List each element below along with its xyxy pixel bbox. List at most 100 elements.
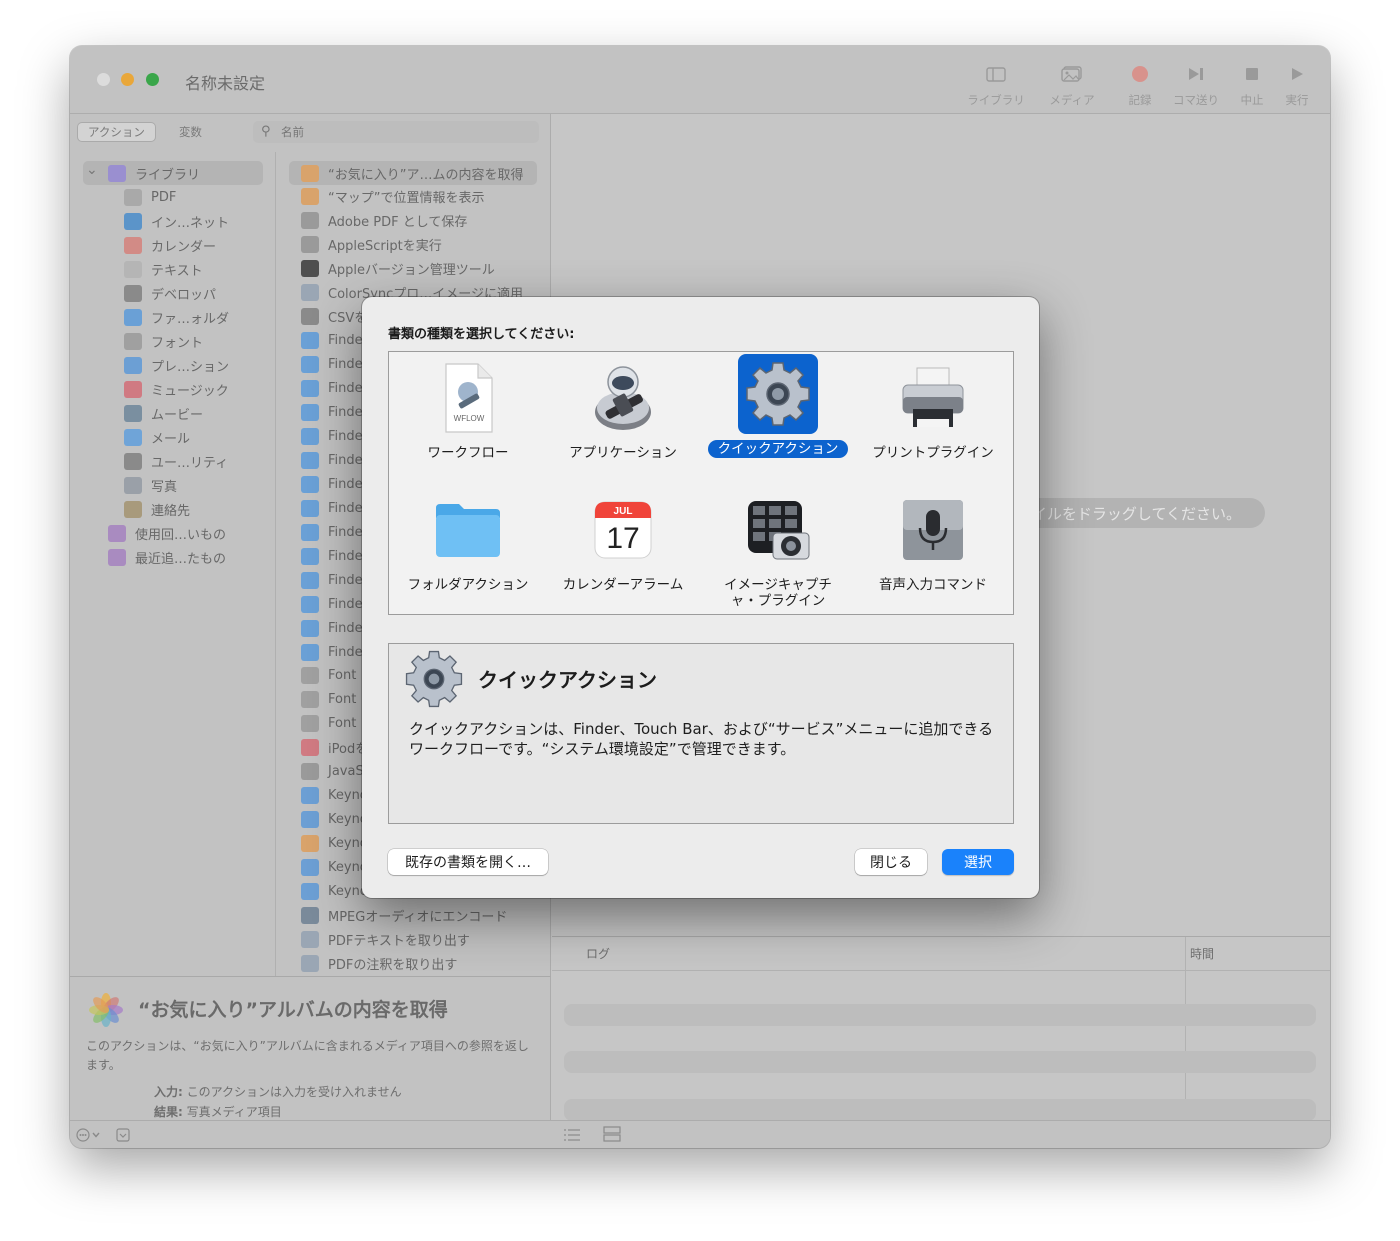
type-application[interactable]: アプリケーション — [546, 358, 700, 462]
action-item[interactable]: Font — [301, 689, 356, 711]
minimize-button[interactable] — [121, 73, 134, 86]
log-row — [564, 1051, 1316, 1073]
toolbar-run-button[interactable]: 実行 — [1281, 62, 1313, 108]
action-item[interactable]: Finde — [301, 641, 363, 663]
sidebar-item-label: カレンダー — [151, 239, 217, 255]
sidebar-item[interactable]: 使用回…いもの — [108, 522, 226, 544]
action-item[interactable]: Finde — [301, 617, 363, 639]
sidebar-item[interactable]: デベロッパ — [124, 282, 216, 304]
type-dictation-command[interactable]: 音声入力コマンド — [856, 490, 1010, 594]
action-item-label: Finde — [328, 620, 363, 636]
sidebar-item[interactable]: メール — [124, 426, 190, 448]
window-title: 名称未設定 — [185, 74, 266, 93]
sidebar-item[interactable]: テキスト — [124, 258, 203, 280]
media-icon — [1042, 62, 1102, 86]
action-item[interactable]: Finde — [301, 354, 363, 376]
action-item[interactable]: JavaS — [301, 761, 364, 783]
search-field[interactable]: ⚲ — [253, 121, 539, 143]
action-item[interactable]: Finde — [301, 425, 363, 447]
close-button[interactable] — [97, 73, 110, 86]
log-column-header[interactable]: ログ — [586, 945, 610, 962]
action-item[interactable]: Keyno — [301, 857, 368, 879]
description-body: このアクションは、“お気に入り”アルバムに含まれるメディア項目への参照を返します… — [86, 1039, 529, 1072]
action-item[interactable]: Appleバージョン管理ツール — [301, 258, 495, 280]
sidebar-item[interactable]: 連絡先 — [124, 498, 190, 520]
toolbar-media-button[interactable]: メディア — [1042, 62, 1102, 108]
sidebar-item[interactable]: フォント — [124, 330, 203, 352]
choose-button[interactable]: 選択 — [942, 849, 1014, 875]
action-item[interactable]: Finde — [301, 378, 363, 400]
type-workflow[interactable]: WFLOW ワークフロー — [391, 358, 545, 462]
close-button[interactable]: 閉じる — [855, 849, 927, 875]
action-item[interactable]: Finde — [301, 449, 363, 471]
time-column-header[interactable]: 時間 — [1190, 945, 1214, 962]
type-quick-action[interactable]: クイックアクション — [701, 354, 855, 458]
action-item[interactable]: Adobe PDF として保存 — [301, 210, 467, 232]
tab-variables[interactable]: 変数 — [169, 123, 212, 141]
type-print-plugin[interactable]: プリントプラグイン — [856, 358, 1010, 462]
sidebar-item[interactable]: 最近追…たもの — [108, 546, 226, 568]
action-item[interactable]: Finde — [301, 473, 363, 495]
action-item[interactable]: Finde — [301, 402, 363, 424]
toolbar-library-button[interactable]: ライブラリ — [963, 62, 1029, 108]
action-item[interactable]: MPEGオーディオにエンコード — [301, 904, 507, 926]
title-bar: 名称未設定 ライブラリ メディア 記録 コマ送り 中止 実行 — [70, 46, 1330, 114]
sidebar-item[interactable]: ミュージック — [124, 378, 229, 400]
action-item[interactable]: Finde — [301, 497, 363, 519]
font-icon — [301, 715, 319, 733]
action-item-label: Finde — [328, 572, 363, 588]
action-item[interactable]: Finde — [301, 330, 363, 352]
finder-icon — [301, 427, 319, 445]
action-item[interactable]: Finde — [301, 545, 363, 567]
action-menu-icon[interactable] — [76, 1127, 106, 1146]
finder-icon — [301, 404, 319, 421]
action-item[interactable]: PDFの注釈を取り出す — [301, 952, 457, 974]
sidebar-item-label: 連絡先 — [151, 503, 191, 519]
action-item[interactable]: CSVを — [301, 306, 367, 328]
action-item[interactable]: Keyno — [301, 785, 368, 807]
action-item-label: Finde — [328, 548, 363, 564]
action-item[interactable]: PDFテキストを取り出す — [301, 928, 470, 950]
search-input[interactable] — [281, 123, 521, 141]
action-item[interactable]: Finde — [301, 569, 363, 591]
action-item[interactable]: Font — [301, 713, 356, 735]
action-item[interactable]: Finde — [301, 593, 363, 615]
action-item[interactable]: Keyno — [301, 881, 368, 903]
toolbar-step-button[interactable]: コマ送り — [1168, 62, 1224, 108]
sidebar-item[interactable]: ⌄ ライブラリ — [86, 162, 201, 184]
toolbar-record-button[interactable]: 記録 — [1122, 62, 1158, 108]
sidebar-item[interactable]: プレ…ション — [124, 354, 229, 376]
list-view-icon[interactable] — [563, 1127, 581, 1146]
action-item[interactable]: Finde — [301, 521, 363, 543]
action-item[interactable]: iPodを — [301, 737, 368, 759]
sidebar-item[interactable]: カレンダー — [124, 234, 216, 256]
split-view-icon[interactable] — [603, 1126, 621, 1146]
log-row — [564, 1004, 1316, 1026]
open-existing-button[interactable]: 既存の書類を開く… — [388, 849, 548, 875]
action-item-label: AppleScriptを実行 — [328, 239, 442, 255]
action-item[interactable]: Keyno — [301, 809, 368, 831]
type-image-capture-plugin[interactable]: イメージキャプチャ・プラグイン — [701, 490, 855, 610]
action-item-label: JavaS — [328, 764, 364, 780]
sidebar-item[interactable]: PDF — [124, 186, 176, 208]
sidebar-item[interactable]: ムービー — [124, 402, 203, 424]
zoom-button[interactable] — [146, 73, 159, 86]
sidebar-item[interactable]: ファ…ォルダ — [124, 306, 229, 328]
log-row — [564, 1099, 1316, 1121]
action-item[interactable]: Font — [301, 665, 356, 687]
chevron-down-icon[interactable]: ⌄ — [86, 162, 98, 178]
action-item[interactable]: “お気に入り”ア…ムの内容を取得 — [301, 162, 523, 184]
tab-actions[interactable]: アクション — [78, 123, 155, 141]
action-item-label: Adobe PDF として保存 — [328, 215, 468, 231]
action-item[interactable]: “マップ”で位置情報を表示 — [301, 186, 484, 208]
sidebar-item-label: ライブラリ — [135, 167, 201, 183]
sidebar-item[interactable]: イン…ネット — [124, 210, 229, 232]
sidebar-item[interactable]: ユー…リティ — [124, 450, 228, 472]
type-calendar-alarm[interactable]: JUL 17 カレンダーアラーム — [546, 490, 700, 594]
description-toggle-icon[interactable] — [116, 1127, 130, 1146]
toolbar-stop-button[interactable]: 中止 — [1236, 62, 1268, 108]
action-item[interactable]: AppleScriptを実行 — [301, 234, 442, 256]
type-folder-action[interactable]: フォルダアクション — [391, 490, 545, 594]
action-item[interactable]: Keyno — [301, 833, 368, 855]
sidebar-item[interactable]: 写真 — [124, 474, 177, 496]
